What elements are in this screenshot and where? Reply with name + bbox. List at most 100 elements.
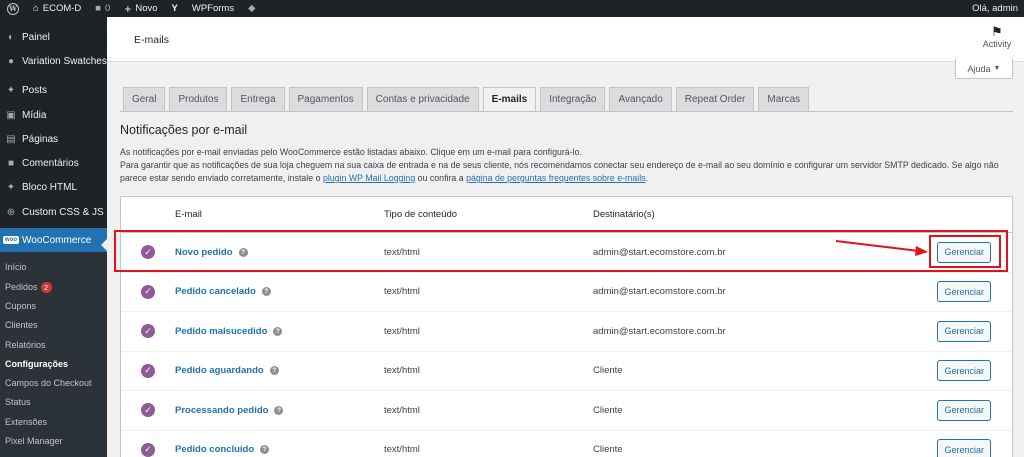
email-name-link[interactable]: Processando pedido bbox=[175, 405, 268, 416]
account-menu[interactable]: Olá, admin bbox=[965, 0, 1024, 17]
new-content-menu[interactable]: + Novo bbox=[117, 0, 164, 17]
menu-item-custom-css-js[interactable]: ⊕ Custom CSS & JS bbox=[0, 200, 107, 224]
email-name-link[interactable]: Novo pedido bbox=[175, 247, 233, 258]
email-name-link[interactable]: Pedido malsucedido bbox=[175, 326, 267, 337]
email-name-link[interactable]: Pedido aguardando bbox=[175, 365, 264, 376]
table-header: E-mail Tipo de conteúdo Destinatário(s) bbox=[121, 197, 1012, 233]
wp-mail-logging-link[interactable]: plugin WP Mail Logging bbox=[323, 173, 415, 183]
submenu-item-clientes[interactable]: Clientes bbox=[0, 316, 107, 335]
yoast-icon: Y bbox=[171, 3, 178, 14]
recipient: admin@start.ecomstore.com.br bbox=[593, 325, 726, 337]
woocommerce-submenu: Início Pedidos 2 Cupons Clientes Relatóri… bbox=[0, 239, 107, 457]
menu-item-variation-swatches[interactable]: ● Variation Swatches bbox=[0, 49, 107, 73]
email-name-link[interactable]: Pedido cancelado bbox=[175, 286, 256, 297]
help-tab-button[interactable]: Ajuda ▼ bbox=[955, 59, 1013, 79]
tab-emails[interactable]: E-mails bbox=[482, 87, 537, 111]
help-label: Ajuda bbox=[967, 63, 991, 74]
help-icon[interactable]: ? bbox=[274, 405, 284, 415]
help-icon[interactable]: ? bbox=[273, 326, 283, 336]
submenu-item-relatorios[interactable]: Relatórios bbox=[0, 336, 107, 355]
tab-repeat-order[interactable]: Repeat Order bbox=[675, 87, 755, 111]
flag-icon: ⚑ bbox=[991, 24, 1003, 39]
tab-produtos[interactable]: Produtos bbox=[169, 87, 228, 111]
submenu-item-campos-checkout[interactable]: Campos do Checkout bbox=[0, 374, 107, 393]
table-row: ✓ Novo pedido? text/html admin@start.eco… bbox=[121, 233, 1012, 273]
table-row: ✓ Pedido cancelado? text/html admin@star… bbox=[121, 273, 1012, 312]
plus-circle-icon: ⊕ bbox=[6, 206, 16, 218]
diamond-menu[interactable]: ◆ bbox=[241, 0, 262, 17]
pin-icon: ✦ bbox=[6, 182, 16, 194]
help-icon[interactable]: ? bbox=[260, 445, 270, 455]
pages-icon: ▤ bbox=[6, 133, 16, 145]
tab-geral[interactable]: Geral bbox=[123, 87, 166, 111]
tab-marcas[interactable]: Marcas bbox=[758, 87, 810, 111]
caret-down-icon: ▼ bbox=[993, 65, 1001, 72]
menu-label: Mídia bbox=[22, 109, 47, 121]
page-title: E-mails bbox=[134, 34, 170, 46]
help-icon[interactable]: ? bbox=[238, 247, 248, 257]
check-icon: ✓ bbox=[141, 324, 155, 339]
menu-item-midia[interactable]: ▣ Mídia bbox=[0, 103, 107, 127]
column-header-email: E-mail bbox=[175, 209, 202, 220]
menu-label: Páginas bbox=[22, 133, 59, 145]
activity-button[interactable]: ⚑ Activity bbox=[980, 24, 1014, 50]
manage-button[interactable]: Gerenciar bbox=[937, 399, 991, 421]
tab-entrega[interactable]: Entrega bbox=[231, 87, 285, 111]
desc-line-2: Para garantir que as notificações de sua… bbox=[120, 160, 999, 183]
manage-button[interactable]: Gerenciar bbox=[937, 281, 991, 303]
menu-item-woocommerce[interactable]: woo WooCommerce bbox=[0, 228, 107, 253]
menu-label: Posts bbox=[22, 85, 48, 97]
submenu-item-status[interactable]: Status bbox=[0, 393, 107, 412]
submenu-item-inicio[interactable]: Início bbox=[0, 258, 107, 277]
content-type: text/html bbox=[384, 286, 420, 298]
woocommerce-icon: woo bbox=[3, 236, 19, 245]
menu-label: Variation Swatches bbox=[22, 55, 107, 67]
manage-button[interactable]: Gerenciar bbox=[937, 360, 991, 382]
dashboard-icon: ◐ bbox=[7, 31, 15, 43]
manage-button[interactable]: Gerenciar bbox=[937, 439, 991, 457]
submenu-item-extensoes[interactable]: Extensões bbox=[0, 413, 107, 432]
recipient: admin@start.ecomstore.com.br bbox=[593, 286, 726, 298]
menu-item-painel[interactable]: ◐ Painel bbox=[0, 25, 107, 49]
wordpress-logo-icon: W bbox=[7, 2, 19, 15]
table-row: ✓ Pedido aguardando? text/html Cliente G… bbox=[121, 352, 1012, 391]
content-type: text/html bbox=[384, 444, 420, 456]
help-icon[interactable]: ? bbox=[269, 366, 279, 376]
content-type: text/html bbox=[384, 325, 420, 337]
menu-item-posts[interactable]: ✦ Posts bbox=[0, 79, 107, 103]
email-faq-link[interactable]: página de perguntas frequentes sobre e-m… bbox=[466, 173, 645, 183]
email-name-link[interactable]: Pedido concluído bbox=[175, 444, 254, 455]
submenu-item-pixel-manager[interactable]: Pixel Manager bbox=[0, 432, 107, 451]
tab-contas-privacidade[interactable]: Contas e privacidade bbox=[366, 87, 479, 111]
media-icon: ▣ bbox=[6, 109, 16, 121]
comments-menu[interactable]: ■ 0 bbox=[88, 0, 117, 17]
content-type: text/html bbox=[384, 246, 420, 258]
wc-header: E-mails ⚑ Activity bbox=[107, 17, 1024, 62]
check-icon: ✓ bbox=[141, 363, 155, 378]
submenu-item-pedidos[interactable]: Pedidos 2 bbox=[0, 278, 107, 297]
tab-integracao[interactable]: Integração bbox=[540, 87, 606, 111]
help-icon[interactable]: ? bbox=[261, 287, 271, 297]
comments-count: 0 bbox=[105, 3, 111, 14]
yoast-menu[interactable]: Y bbox=[165, 0, 185, 17]
tab-pagamentos[interactable]: Pagamentos bbox=[288, 87, 363, 111]
menu-item-bloco-html[interactable]: ✦ Bloco HTML bbox=[0, 176, 107, 200]
menu-label: Comentários bbox=[22, 158, 79, 170]
menu-item-paginas[interactable]: ▤ Páginas bbox=[0, 127, 107, 151]
menu-label: Bloco HTML bbox=[22, 182, 78, 194]
tab-avancado[interactable]: Avançado bbox=[609, 87, 672, 111]
submenu-item-cupons[interactable]: Cupons bbox=[0, 297, 107, 316]
recipient: admin@start.ecomstore.com.br bbox=[593, 246, 726, 258]
manage-button[interactable]: Gerenciar bbox=[937, 241, 991, 263]
menu-item-comentarios[interactable]: ■ Comentários bbox=[0, 151, 107, 175]
submenu-item-configuracoes[interactable]: Configurações bbox=[0, 355, 107, 374]
manage-button[interactable]: Gerenciar bbox=[937, 320, 991, 342]
plus-icon: + bbox=[124, 1, 132, 16]
column-header-recipient: Destinatário(s) bbox=[593, 209, 655, 220]
home-icon: ⌂ bbox=[33, 3, 39, 14]
table-row: ✓ Pedido malsucedido? text/html admin@st… bbox=[121, 312, 1012, 352]
wpforms-menu[interactable]: WPForms bbox=[185, 0, 241, 17]
wp-logo-menu[interactable]: W bbox=[0, 0, 26, 17]
menu-label: Custom CSS & JS bbox=[22, 206, 104, 218]
site-name-menu[interactable]: ⌂ ECOM-D bbox=[26, 0, 88, 17]
